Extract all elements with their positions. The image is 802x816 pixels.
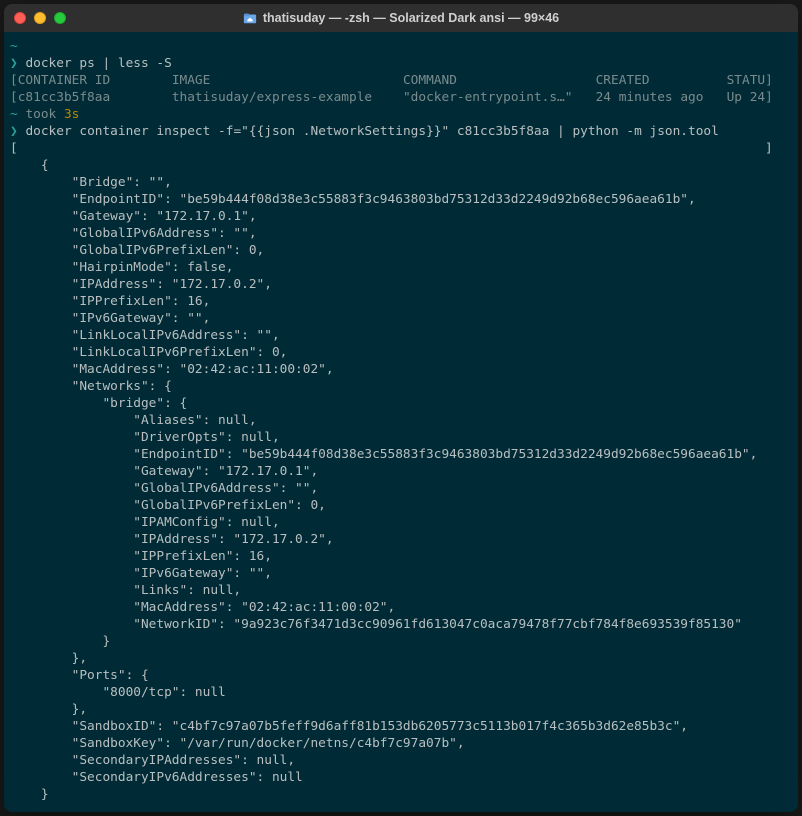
command-1: docker ps | less -S [25,56,171,71]
window-controls [14,12,66,24]
command-2: docker container inspect -f="{{json .Net… [25,124,718,139]
json-output: [ ] { "Bridge": "", "EndpointID": "be59b… [10,141,773,802]
took-time: 3s [64,107,79,122]
terminal-window: thatisuday — -zsh — Solarized Dark ansi … [4,4,798,812]
window-title: thatisuday — -zsh — Solarized Dark ansi … [263,11,559,25]
prompt-arrow: ❯ [10,124,18,139]
terminal-body[interactable]: ~ ❯ docker ps | less -S [CONTAINER ID IM… [4,32,798,812]
home-folder-icon [243,11,257,25]
prompt-tilde: ~ [10,39,18,54]
minimize-icon[interactable] [34,12,46,24]
prompt-arrow: ❯ [10,56,18,71]
took-label: took [25,107,64,122]
ps-row: [c81cc3b5f8aa thatisuday/express-example… [10,90,773,105]
maximize-icon[interactable] [54,12,66,24]
close-icon[interactable] [14,12,26,24]
titlebar: thatisuday — -zsh — Solarized Dark ansi … [4,4,798,32]
ps-header: [CONTAINER ID IMAGE COMMAND CREATED STAT… [10,73,773,88]
prompt-tilde: ~ [10,107,18,122]
